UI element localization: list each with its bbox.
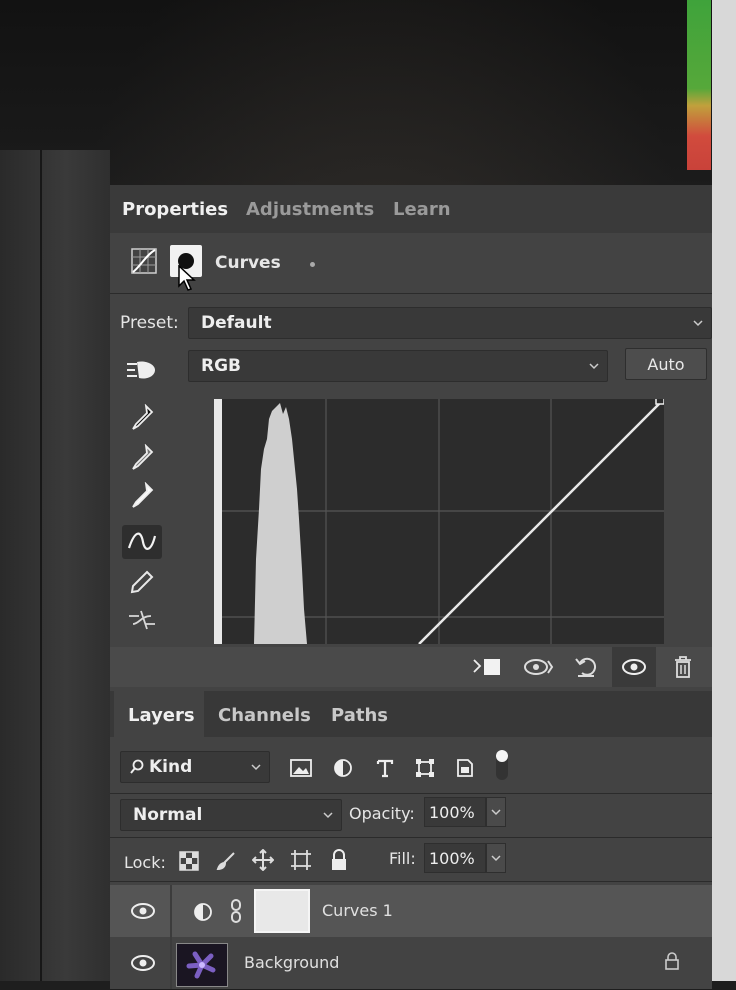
layer-lock-icon (662, 949, 682, 973)
properties-tab-bar: Properties Adjustments Learn (110, 185, 712, 233)
blend-mode-dropdown[interactable]: Normal (120, 799, 342, 831)
opacity-label: Opacity: (349, 804, 415, 823)
visibility-icon[interactable] (128, 899, 158, 923)
lock-position-icon[interactable] (250, 847, 276, 873)
mouse-cursor-icon (178, 265, 196, 291)
curves-layer-type-icon (190, 899, 216, 925)
type-layer-filter-icon[interactable] (372, 755, 398, 781)
layer-name[interactable]: Curves 1 (322, 901, 393, 920)
delete-icon[interactable] (668, 653, 698, 681)
flower-image-icon (186, 951, 216, 979)
tab-adjustments[interactable]: Adjustments (246, 199, 374, 220)
edit-points-curve-icon[interactable] (122, 525, 162, 559)
chevron-down-icon (323, 812, 333, 819)
clip-to-layer-icon[interactable] (470, 653, 506, 681)
blend-mode-value: Normal (133, 805, 203, 825)
preset-dropdown[interactable]: Default (188, 307, 712, 339)
fill-slider-button[interactable] (486, 843, 506, 873)
adjustment-title: Curves (215, 253, 281, 273)
layers-tab-bar: Layers Channels Paths (110, 691, 712, 737)
level-meter (687, 0, 711, 170)
pencil-icon[interactable] (122, 565, 162, 599)
chevron-down-icon (693, 320, 703, 327)
smart-object-filter-icon[interactable] (452, 755, 478, 781)
channel-value: RGB (201, 356, 242, 376)
pixel-layer-filter-icon[interactable] (288, 755, 314, 781)
left-toolbar-area (0, 150, 110, 981)
preset-label: Preset: (120, 313, 179, 333)
visibility-icon[interactable] (128, 951, 158, 975)
shape-layer-filter-icon[interactable] (412, 755, 438, 781)
tab-paths[interactable]: Paths (331, 705, 388, 726)
chevron-down-icon (491, 855, 501, 862)
curves-graph[interactable] (214, 395, 665, 645)
gray-point-eyedropper-icon[interactable] (122, 441, 162, 475)
layer-mask-thumbnail[interactable] (254, 889, 310, 933)
white-point-eyedropper-icon[interactable] (122, 479, 162, 513)
layer-row-background[interactable]: Background (110, 937, 712, 989)
opacity-input[interactable]: 100% (424, 797, 486, 827)
layer-name[interactable]: Background (244, 953, 339, 972)
tab-layers[interactable]: Layers (128, 705, 195, 726)
lock-all-icon[interactable] (326, 847, 352, 873)
layer-filter-dropdown[interactable]: Kind (120, 751, 270, 783)
chevron-down-icon (251, 764, 261, 771)
smooth-curve-icon[interactable] (122, 603, 162, 637)
filter-kind-value: Kind (149, 757, 193, 777)
lock-artboard-icon[interactable] (288, 847, 314, 873)
fill-input[interactable]: 100% (424, 843, 486, 873)
tab-properties[interactable]: Properties (122, 199, 228, 220)
tab-learn[interactable]: Learn (393, 199, 451, 220)
properties-layers-panel: Properties Adjustments Learn Curves Pres… (110, 185, 712, 989)
tab-channels[interactable]: Channels (218, 705, 311, 726)
link-icon[interactable] (228, 897, 244, 925)
search-icon (130, 759, 144, 774)
layer-row-curves[interactable]: Curves 1 (110, 885, 712, 937)
auto-button[interactable]: Auto (625, 348, 707, 380)
panel-menu-dot[interactable] (310, 262, 315, 267)
targeted-adjustment-tool-icon[interactable] (122, 353, 162, 387)
properties-bottom-bar (110, 647, 712, 687)
channel-dropdown[interactable]: RGB (188, 350, 608, 382)
fill-label: Fill: (389, 849, 416, 868)
lock-transparent-pixels-icon[interactable] (177, 849, 201, 873)
lock-image-pixels-icon[interactable] (214, 849, 238, 873)
filter-toggle-icon[interactable] (492, 747, 512, 783)
preset-value: Default (201, 313, 272, 333)
black-point-eyedropper-icon[interactable] (122, 401, 162, 435)
monitor-bezel (712, 0, 736, 981)
chevron-down-icon (589, 363, 599, 370)
curves-adjustment-icon[interactable] (128, 245, 160, 277)
view-previous-state-icon[interactable] (520, 653, 556, 681)
opacity-slider-button[interactable] (486, 797, 506, 827)
chevron-down-icon (491, 809, 501, 816)
reset-icon[interactable] (568, 653, 604, 681)
lock-label: Lock: (124, 853, 166, 872)
adjustment-layer-filter-icon[interactable] (330, 755, 356, 781)
layer-thumbnail[interactable] (176, 943, 228, 987)
visibility-toggle-icon[interactable] (612, 647, 656, 687)
